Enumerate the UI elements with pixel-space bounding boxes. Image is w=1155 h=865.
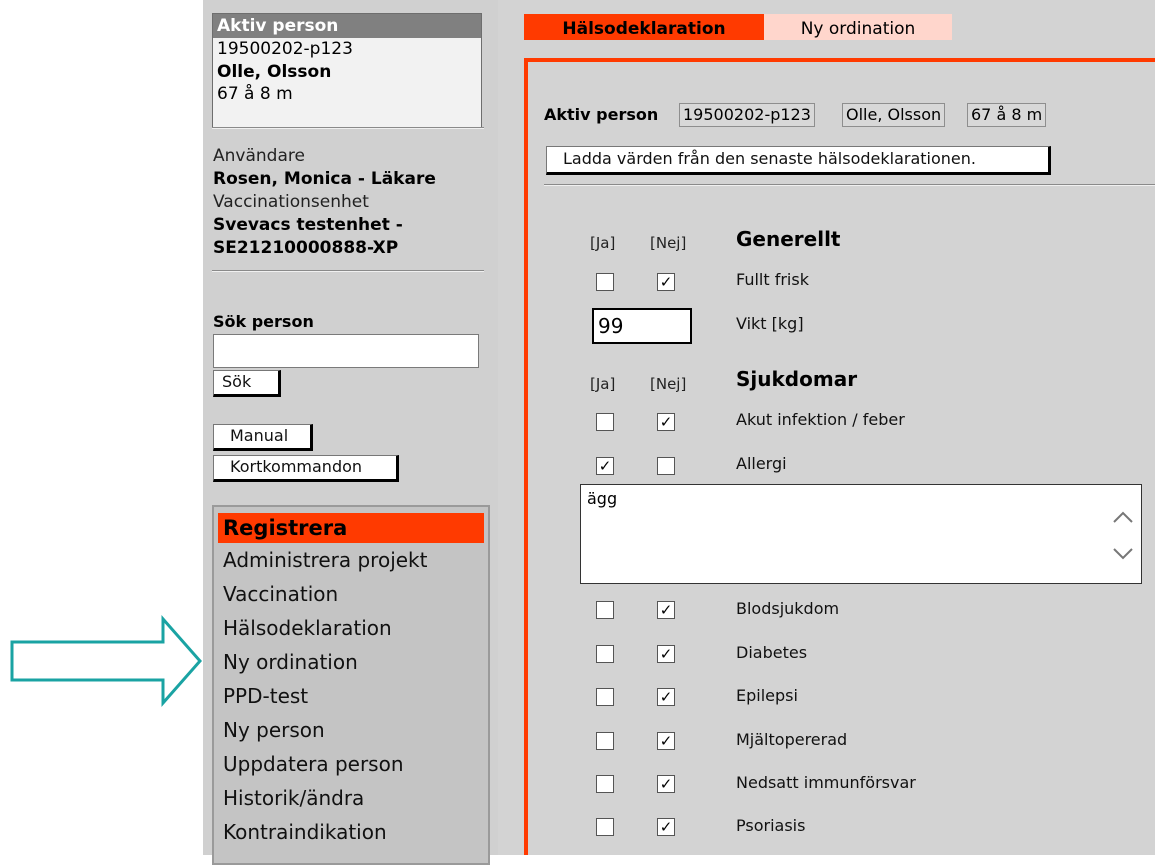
menu-item-historik-andra[interactable]: Historik/ändra (223, 786, 364, 810)
fullt-frisk-label: Fullt frisk (736, 270, 809, 289)
menu-item-ppd-test[interactable]: PPD-test (223, 684, 308, 708)
nedsatt-immunforsvar-yes-checkbox[interactable] (596, 775, 614, 793)
nedsatt-immunforsvar-no-checkbox[interactable]: ✓ (657, 775, 675, 793)
allergi-yes-checkbox[interactable]: ✓ (596, 457, 614, 475)
psoriasis-no-checkbox[interactable]: ✓ (657, 818, 675, 836)
menu-item-halsodeklaration[interactable]: Hälsodeklaration (223, 616, 392, 640)
active-person-heading: Aktiv person (213, 14, 481, 38)
allergy-textarea[interactable]: ägg (580, 484, 1142, 584)
menu-item-kontraindikation[interactable]: Kontraindikation (223, 820, 387, 844)
divider (544, 184, 1155, 186)
psoriasis-label: Psoriasis (736, 816, 806, 835)
scroll-up-icon (1113, 511, 1133, 523)
weight-input[interactable]: 99 (592, 308, 692, 344)
form-person-age: 67 å 8 m (967, 103, 1047, 127)
form-person-id: 19500202-p123 (679, 103, 815, 127)
divider (212, 127, 484, 129)
shortcuts-button[interactable]: Kortkommandon (213, 455, 399, 482)
manual-button[interactable]: Manual (213, 424, 313, 451)
scroll-down-icon (1113, 548, 1133, 560)
nedsatt-immunforsvar-label: Nedsatt immunförsvar (736, 773, 916, 792)
tab-ny-ordination[interactable]: Ny ordination (764, 14, 952, 40)
menu-item-ny-person[interactable]: Ny person (223, 718, 325, 742)
user-label: Användare (213, 146, 305, 166)
active-person-age: 67 å 8 m (217, 84, 293, 104)
active-person-box: Aktiv person 19500202-p123 Olle, Olsson … (212, 13, 482, 129)
diabetes-label: Diabetes (736, 643, 808, 662)
no-header: [Nej] (650, 234, 687, 252)
section-general-title: Generellt (736, 227, 841, 251)
search-label: Sök person (213, 312, 314, 331)
epilepsi-no-checkbox[interactable]: ✓ (657, 688, 675, 706)
load-latest-button[interactable]: Ladda värden från den senaste hälsodekla… (546, 146, 1051, 175)
menu-item-uppdatera-person[interactable]: Uppdatera person (223, 752, 404, 776)
diabetes-no-checkbox[interactable]: ✓ (657, 645, 675, 663)
active-person-name: Olle, Olsson (217, 62, 332, 82)
mjaltopererad-label: Mjältopererad (736, 730, 848, 749)
user-name: Rosen, Monica - Läkare (213, 169, 436, 189)
blodsjukdom-label: Blodsjukdom (736, 599, 840, 618)
blodsjukdom-yes-checkbox[interactable] (596, 601, 614, 619)
blodsjukdom-no-checkbox[interactable]: ✓ (657, 601, 675, 619)
menu-item-ny-ordination[interactable]: Ny ordination (223, 650, 358, 674)
unit-name-line1: Svevacs testenhet - (213, 215, 403, 235)
yes-header: [Ja] (590, 234, 616, 252)
akut-infektion-yes-checkbox[interactable] (596, 413, 614, 431)
form-person-name: Olle, Olsson (842, 103, 946, 127)
yes-header: [Ja] (590, 375, 616, 393)
menu-item-vaccination[interactable]: Vaccination (223, 582, 338, 606)
section-diseases-title: Sjukdomar (736, 367, 858, 391)
menu-item-administrera-projekt[interactable]: Administrera projekt (223, 548, 427, 572)
divider (212, 270, 484, 272)
weight-label: Vikt [kg] (736, 314, 804, 333)
no-header: [Nej] (650, 375, 687, 393)
fullt-frisk-yes-checkbox[interactable] (596, 273, 614, 291)
fullt-frisk-no-checkbox[interactable]: ✓ (657, 273, 675, 291)
epilepsi-label: Epilepsi (736, 686, 798, 705)
tab-halsodeklaration[interactable]: Hälsodeklaration (524, 14, 764, 40)
menu-item-registrera[interactable]: Registrera (218, 513, 484, 543)
akut-infektion-no-checkbox[interactable]: ✓ (657, 413, 675, 431)
epilepsi-yes-checkbox[interactable] (596, 688, 614, 706)
active-person-id: 19500202-p123 (217, 39, 353, 59)
mjaltopererad-yes-checkbox[interactable] (596, 732, 614, 750)
unit-label: Vaccinationsenhet (213, 192, 369, 212)
psoriasis-yes-checkbox[interactable] (596, 818, 614, 836)
akut-infektion-label: Akut infektion / feber (736, 410, 905, 429)
mjaltopererad-no-checkbox[interactable]: ✓ (657, 732, 675, 750)
form-person-label: Aktiv person (544, 105, 659, 124)
allergi-no-checkbox[interactable] (657, 457, 675, 475)
search-input[interactable] (213, 334, 479, 368)
callout-arrow-icon (10, 615, 202, 707)
textarea-scrollbar[interactable] (1106, 486, 1140, 582)
diabetes-yes-checkbox[interactable] (596, 645, 614, 663)
unit-name-line2: SE21210000888-XP (213, 238, 399, 258)
allergi-label: Allergi (736, 454, 787, 473)
search-button[interactable]: Sök (213, 370, 281, 397)
